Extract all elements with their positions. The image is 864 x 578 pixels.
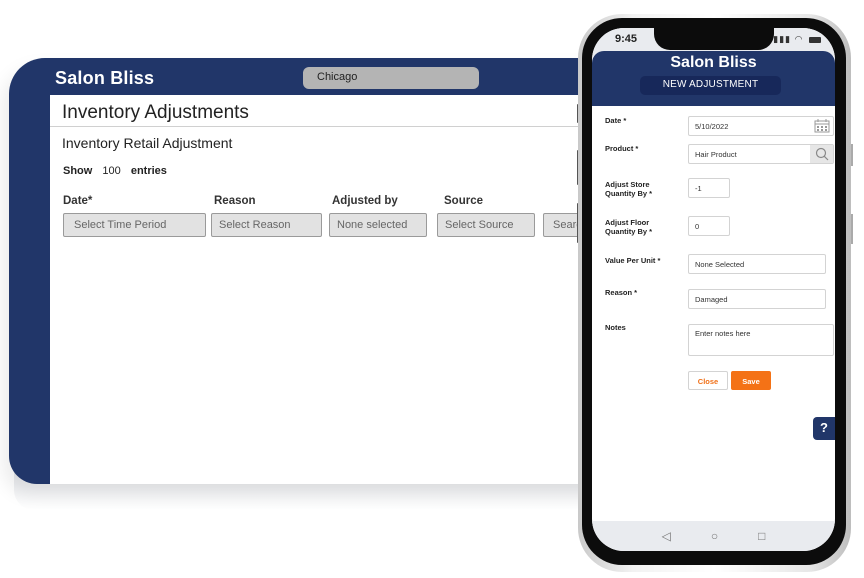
signal-icon: ▮▮▮ <box>773 34 792 44</box>
date-value: 5/10/2022 <box>695 122 729 131</box>
date-field[interactable]: 5/10/2022 <box>688 116 834 136</box>
calendar-icon[interactable] <box>810 117 833 135</box>
app-title: Salon Bliss <box>55 68 155 88</box>
filter-date-select[interactable]: Select Time Period <box>63 213 206 237</box>
filter-label-date: Date* <box>63 195 93 207</box>
floor-qty-input[interactable]: 0 <box>688 216 730 236</box>
reason-label: Reason * <box>605 288 638 297</box>
phone-side-button <box>851 144 853 166</box>
status-time: 9:45 <box>615 33 638 45</box>
store-qty-label-line2: Quantity By * <box>605 189 653 198</box>
home-icon[interactable]: ○ <box>711 529 718 543</box>
reason-select[interactable]: Damaged <box>688 289 826 309</box>
filter-source-select[interactable]: Select Source <box>437 213 535 237</box>
phone-screen: 9:45 ▮▮▮ ◠ Salon Bliss NEW ADJUSTMENT Da… <box>592 28 835 551</box>
show-label: Show <box>63 165 93 177</box>
screen-title: NEW ADJUSTMENT <box>640 76 781 95</box>
phone-notch <box>654 28 774 50</box>
android-nav-bar: ◁ ○ □ <box>592 521 835 551</box>
store-qty-label: Adjust Store Quantity By * <box>605 180 652 198</box>
status-icons: ▮▮▮ ◠ <box>773 34 821 45</box>
title-divider <box>50 126 580 127</box>
entries-control: Show 100 entries <box>63 165 167 177</box>
section-subtitle: Inventory Retail Adjustment <box>62 135 233 151</box>
floor-qty-label: Adjust Floor Quantity By * <box>605 218 652 236</box>
app-header: Salon Bliss NEW ADJUSTMENT <box>592 51 835 106</box>
search-icon[interactable] <box>810 145 833 163</box>
product-value: Hair Product <box>695 150 737 159</box>
filter-label-reason: Reason <box>214 195 256 207</box>
desktop-app-window: Salon Bliss Chicago Inventory Adjustment… <box>9 58 609 484</box>
floor-qty-label-line1: Adjust Floor <box>605 218 650 227</box>
entries-count-select[interactable]: 100 <box>102 165 120 177</box>
app-title: Salon Bliss <box>670 54 757 71</box>
floor-qty-label-line2: Quantity By * <box>605 227 653 236</box>
phone-device: 9:45 ▮▮▮ ◠ Salon Bliss NEW ADJUSTMENT Da… <box>578 14 853 572</box>
product-field[interactable]: Hair Product <box>688 144 834 164</box>
location-selector[interactable]: Chicago <box>303 67 479 89</box>
filter-adjusted-by-select[interactable]: None selected <box>329 213 427 237</box>
phone-bezel: 9:45 ▮▮▮ ◠ Salon Bliss NEW ADJUSTMENT Da… <box>582 18 846 565</box>
save-button[interactable]: Save <box>731 371 771 390</box>
close-button[interactable]: Close <box>688 371 728 390</box>
product-label: Product * <box>605 144 639 153</box>
value-per-unit-select[interactable]: None Selected <box>688 254 826 274</box>
filter-label-adjusted-by: Adjusted by <box>332 195 398 207</box>
battery-icon <box>809 36 821 43</box>
main-content: Inventory Adjustments Inventory Retail A… <box>50 95 609 484</box>
store-qty-label-line1: Adjust Store <box>605 180 650 189</box>
date-label: Date * <box>605 116 627 125</box>
entries-label: entries <box>130 165 167 177</box>
page-title: Inventory Adjustments <box>62 102 249 123</box>
help-button[interactable]: ? <box>813 417 835 440</box>
back-icon[interactable]: ◁ <box>662 529 671 543</box>
wifi-icon: ◠ <box>794 34 804 44</box>
value-per-unit-label: Value Per Unit * <box>605 256 661 265</box>
filter-reason-select[interactable]: Select Reason <box>211 213 322 237</box>
store-qty-input[interactable]: -1 <box>688 178 730 198</box>
recents-icon[interactable]: □ <box>758 529 765 543</box>
notes-textarea[interactable]: Enter notes here <box>688 324 834 356</box>
phone-side-button <box>851 214 853 244</box>
filter-label-source: Source <box>444 195 483 207</box>
notes-label: Notes <box>605 323 626 332</box>
